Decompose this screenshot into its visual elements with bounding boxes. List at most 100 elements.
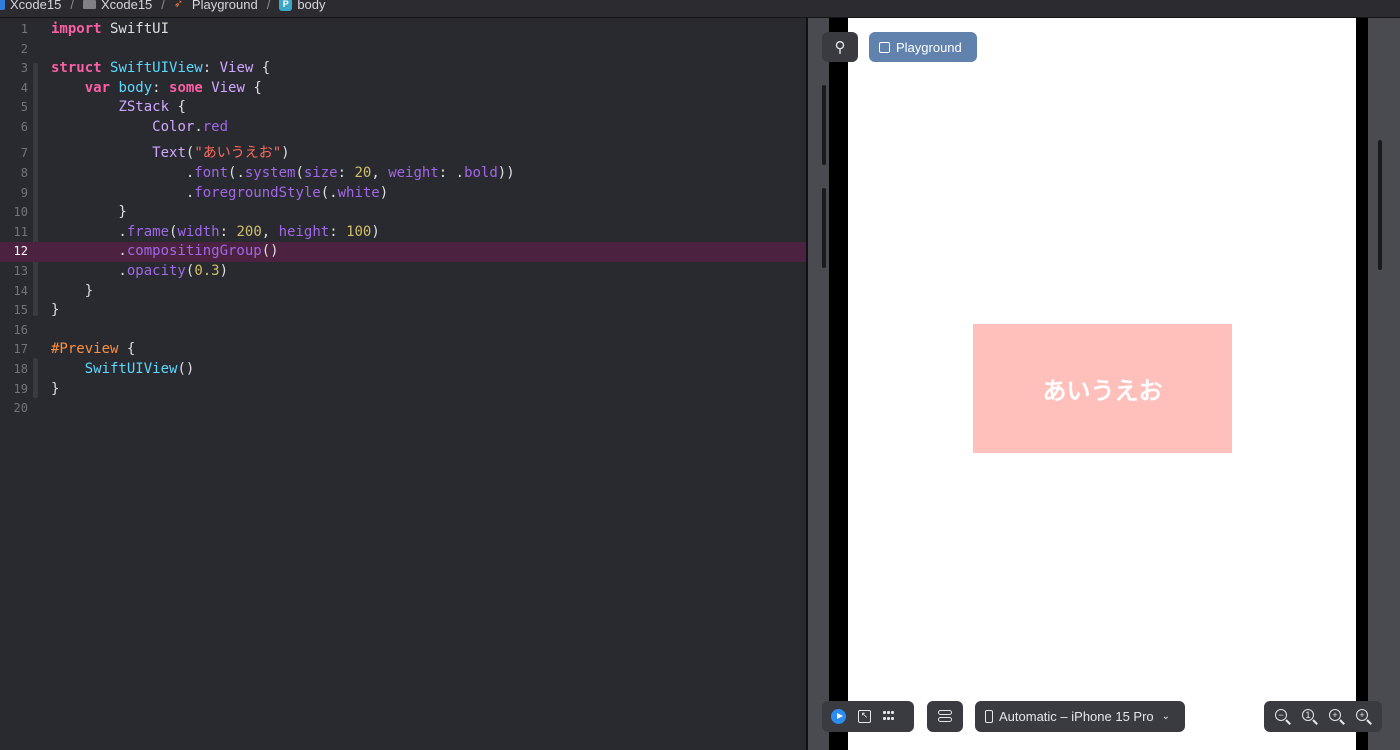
code-text: struct SwiftUIView: View { xyxy=(51,60,271,77)
code-text: .compositingGroup() xyxy=(51,243,279,260)
code-text: .frame(width: 200, height: 100) xyxy=(51,223,380,240)
code-text: .foregroundStyle(.white) xyxy=(51,184,389,201)
line-number: 7 xyxy=(20,146,28,160)
code-line[interactable]: 4 var body: some View { xyxy=(0,79,806,99)
code-text: var body: some View { xyxy=(84,79,262,96)
breadcrumb-item-file[interactable]: ➶ Playground xyxy=(174,0,258,12)
code-line[interactable]: 10 } xyxy=(0,203,806,223)
device-settings-button[interactable] xyxy=(927,701,963,732)
line-number: 1 xyxy=(20,22,28,36)
line-number: 18 xyxy=(13,362,28,376)
line-number: 20 xyxy=(13,401,28,416)
line-number: 17 xyxy=(13,342,28,357)
code-line[interactable]: 8 .font(.system(size: 20, weight: .bold)… xyxy=(0,164,806,184)
pin-preview-button[interactable]: ⚲ xyxy=(822,32,858,62)
device-selector[interactable]: Automatic – iPhone 15 Pro ⌄ xyxy=(975,701,1185,732)
code-line[interactable]: 16 xyxy=(0,321,806,341)
breadcrumb-separator: / xyxy=(161,0,165,12)
code-line[interactable]: 9 .foregroundStyle(.white) xyxy=(0,184,806,204)
line-number: 16 xyxy=(13,322,28,337)
tab-label: Playground xyxy=(896,39,962,55)
breadcrumb-label: body xyxy=(297,0,326,12)
breadcrumb-separator: / xyxy=(70,0,74,12)
code-text: ZStack { xyxy=(118,99,186,116)
line-number: 8 xyxy=(20,166,28,180)
line-number: 10 xyxy=(13,205,28,220)
code-text: .opacity(0.3) xyxy=(51,263,229,279)
code-line[interactable]: 20 xyxy=(0,399,806,419)
breadcrumb-item-folder[interactable]: Xcode15 xyxy=(82,0,153,12)
code-line[interactable]: 11 .frame(width: 200, height: 100) xyxy=(0,223,806,243)
phone-side-button xyxy=(822,188,826,268)
line-number: 15 xyxy=(13,303,28,318)
zoom-to-fit-icon[interactable]: + xyxy=(1353,706,1374,728)
line-number: 3 xyxy=(20,61,28,76)
code-line[interactable]: 1 import SwiftUI xyxy=(0,20,806,40)
phone-side-button xyxy=(822,85,826,165)
code-line[interactable]: 6 Color.red xyxy=(0,118,806,138)
breadcrumb-item-symbol[interactable]: P body xyxy=(279,0,326,12)
code-text: } xyxy=(51,380,60,397)
tab-playground[interactable]: Playground xyxy=(869,32,977,62)
breadcrumb-label: Xcode15 xyxy=(100,0,153,12)
code-line[interactable]: 2 xyxy=(0,40,806,60)
code-text: .font(.system(size: 20, weight: .bold)) xyxy=(51,165,515,181)
code-line[interactable]: 14 } xyxy=(0,282,806,302)
live-preview-icon[interactable] xyxy=(831,709,846,724)
iphone-icon xyxy=(985,710,993,723)
code-line[interactable]: 3 struct SwiftUIView: View { xyxy=(0,59,806,79)
selectable-mode-icon[interactable]: ↖ xyxy=(858,710,871,723)
swift-file-icon: ➶ xyxy=(173,0,184,10)
phone-side-button xyxy=(1378,140,1382,270)
code-editor[interactable]: 1 import SwiftUI 2 3 struct SwiftUIView:… xyxy=(0,18,806,750)
line-number: 11 xyxy=(13,224,28,239)
breadcrumb: Xcode15 / Xcode15 / ➶ Playground / P bod… xyxy=(0,0,1400,18)
variants-grid-icon[interactable] xyxy=(883,711,895,722)
line-number: 14 xyxy=(13,283,28,298)
breadcrumb-label: Playground xyxy=(191,0,258,12)
line-number: 2 xyxy=(20,41,28,56)
code-line[interactable]: 18 SwiftUIView() xyxy=(0,360,806,380)
code-line[interactable]: 7 Text("あいうえお") xyxy=(0,144,806,164)
code-text: } xyxy=(51,204,127,221)
zoom-in-icon[interactable]: + xyxy=(1326,706,1347,728)
zoom-to-100-icon[interactable]: 1 xyxy=(1299,706,1320,728)
line-number: 9 xyxy=(20,185,28,200)
chevron-down-icon: ⌄ xyxy=(1161,711,1171,722)
code-line[interactable]: 13 .opacity(0.3) xyxy=(0,262,806,282)
preview-canvas-edge xyxy=(1376,18,1400,750)
code-line[interactable]: 19 } xyxy=(0,380,806,400)
code-text: Text("あいうえお") xyxy=(152,145,290,161)
pin-icon: ⚲ xyxy=(834,38,846,56)
device-label: Automatic – iPhone 15 Pro xyxy=(999,709,1154,724)
zoom-controls: − 1 + + xyxy=(1264,701,1382,732)
breadcrumb-separator: / xyxy=(266,0,271,12)
code-line[interactable]: 15 } xyxy=(0,301,806,321)
breadcrumb-item-project[interactable]: Xcode15 xyxy=(0,0,61,12)
line-number: 19 xyxy=(13,381,28,396)
code-text: import SwiftUI xyxy=(51,21,170,37)
code-text: Color.red xyxy=(152,119,229,135)
line-number: 12 xyxy=(13,244,28,259)
preview-text: あいうえお xyxy=(1042,377,1163,405)
code-text: } xyxy=(51,302,60,319)
device-settings-icon xyxy=(938,710,952,723)
zoom-out-icon[interactable]: − xyxy=(1272,706,1293,728)
folder-icon xyxy=(82,0,96,9)
preview-zstack[interactable]: あいうえお xyxy=(973,324,1232,453)
code-text: SwiftUIView() xyxy=(84,361,195,377)
preview-icon xyxy=(879,41,890,53)
code-line[interactable]: 5 ZStack { xyxy=(0,98,806,118)
project-icon xyxy=(0,0,5,10)
current-line-highlight[interactable]: 12 .compositingGroup() xyxy=(0,242,806,262)
property-icon: P xyxy=(279,0,293,11)
breadcrumb-label: Xcode15 xyxy=(10,0,62,12)
line-number: 4 xyxy=(20,80,28,95)
line-number: 5 xyxy=(20,100,28,115)
code-text: #Preview { xyxy=(51,341,136,358)
preview-mode-controls: ↖ xyxy=(822,701,914,732)
line-number: 13 xyxy=(13,264,28,278)
code-line[interactable]: 17 #Preview { xyxy=(0,340,806,360)
code-text: } xyxy=(51,282,94,299)
line-number: 6 xyxy=(20,120,28,134)
